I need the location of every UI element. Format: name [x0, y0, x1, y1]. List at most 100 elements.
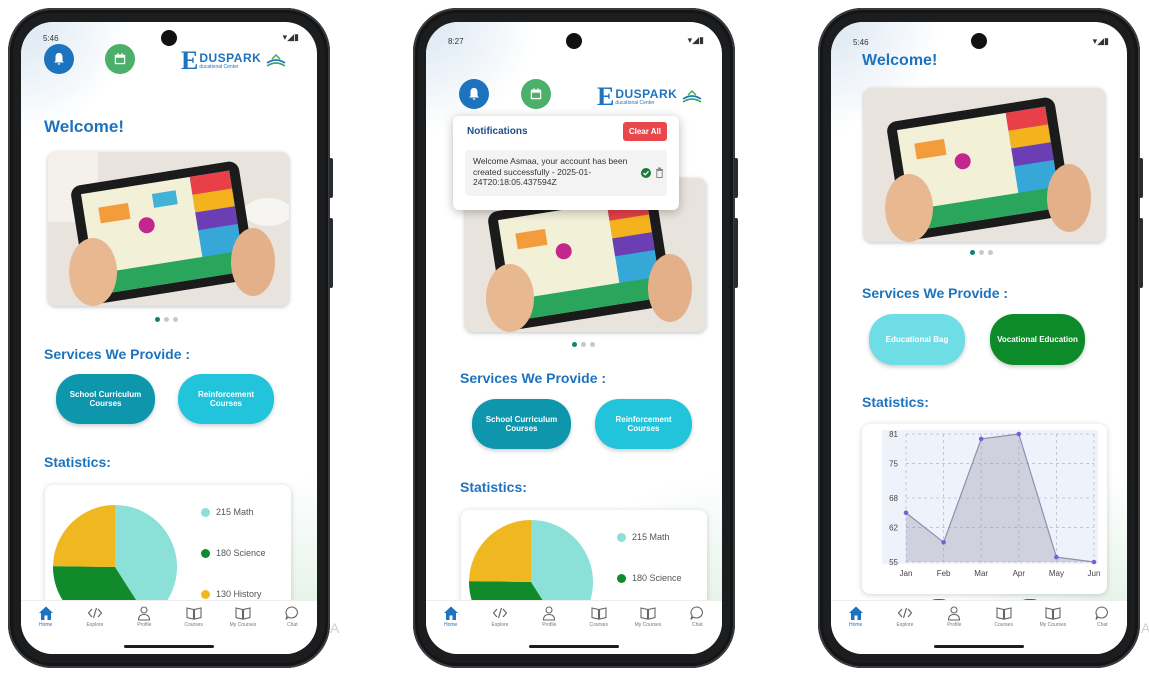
home-icon	[848, 606, 863, 620]
nav-my-courses[interactable]: My Courses	[223, 605, 263, 628]
nav-label: Chat	[692, 622, 703, 628]
logo-duspark: DUSPARK	[615, 87, 678, 101]
nav-chat[interactable]: Chat	[1082, 605, 1122, 628]
home-icon	[38, 606, 53, 620]
services-title: Services We Provide :	[44, 346, 191, 362]
carousel-dot[interactable]	[173, 317, 178, 322]
carousel-dot[interactable]	[581, 342, 586, 347]
status-icons: ▾◢▮	[687, 35, 704, 45]
logo-e: E	[181, 46, 199, 75]
carousel-dot[interactable]	[155, 317, 160, 322]
notifications-panel: Notifications Clear All Welcome Asmaa, y…	[453, 116, 679, 210]
x-tick-label: May	[1049, 569, 1064, 578]
logo-subtitle: ducational Center	[199, 64, 239, 70]
book-icon	[591, 607, 607, 620]
screen: 5:46 ▾◢▮ E DUSPARK ducational Center Wel…	[21, 22, 317, 654]
tablet-banner-image	[864, 88, 1105, 242]
x-tick-label: Mar	[974, 569, 988, 578]
nav-profile[interactable]: Profile	[934, 605, 974, 628]
status-icons: ▾◢▮	[1092, 36, 1109, 46]
carousel-dot[interactable]	[590, 342, 595, 347]
nav-label: My Courses	[634, 622, 662, 628]
data-point-may	[1054, 554, 1059, 560]
reinforcement-courses-button[interactable]: Reinforcement Courses	[178, 374, 274, 424]
nav-courses[interactable]: Courses	[579, 605, 619, 628]
volume-button	[329, 158, 333, 198]
phone-home: 5:46 ▾◢▮ E DUSPARK ducational Center Wel…	[8, 8, 333, 668]
legend-label: 130 History	[216, 589, 262, 599]
nav-my-courses[interactable]: My Courses	[1033, 605, 1073, 628]
nav-home[interactable]: Home	[431, 605, 471, 628]
nav-profile[interactable]: Profile	[529, 605, 569, 628]
legend-math: 215 Math	[617, 532, 670, 542]
home-indicator[interactable]	[529, 645, 619, 648]
chat-icon	[1095, 606, 1109, 620]
swatch	[201, 589, 210, 599]
code-icon	[87, 607, 103, 619]
nav-explore[interactable]: Explore	[480, 605, 520, 628]
logo-duspark: DUSPARK	[199, 51, 262, 65]
nav-home[interactable]: Home	[836, 605, 876, 628]
calendar-button[interactable]	[521, 79, 551, 109]
volume-button	[1139, 158, 1143, 198]
carousel-dot[interactable]	[572, 342, 577, 347]
nav-profile[interactable]: Profile	[124, 605, 164, 628]
y-tick-label: 55	[889, 558, 898, 567]
trash-icon[interactable]	[655, 167, 664, 178]
status-time: 5:46	[853, 38, 869, 47]
volume-button	[734, 158, 738, 198]
carousel-dot[interactable]	[988, 250, 993, 255]
home-indicator[interactable]	[124, 645, 214, 648]
notification-button[interactable]	[44, 44, 74, 74]
data-point-jun	[1091, 559, 1097, 565]
chat-icon	[285, 606, 299, 620]
banner-carousel[interactable]	[864, 88, 1105, 242]
reinforcement-courses-button[interactable]: Reinforcement Courses	[595, 399, 692, 449]
check-circle-icon[interactable]	[641, 168, 651, 178]
bottom-navigation: Home Explore Profile Courses My Courses …	[21, 600, 317, 638]
school-curriculum-button[interactable]: School Curriculum Courses	[472, 399, 571, 449]
y-tick-label: 62	[889, 524, 898, 533]
nav-my-courses[interactable]: My Courses	[628, 605, 668, 628]
logo-subtitle: ducational Center	[615, 100, 655, 106]
educational-bag-button[interactable]: Educational Bag	[869, 314, 965, 365]
x-tick-label: Apr	[1013, 569, 1026, 578]
logo-word: DUSPARK ducational Center	[615, 88, 677, 106]
power-button	[734, 218, 738, 288]
swatch	[617, 573, 626, 583]
legend-label: 215 Math	[632, 532, 670, 542]
nav-chat[interactable]: Chat	[677, 605, 717, 628]
legend-science: 180 Science	[201, 548, 266, 558]
nav-explore[interactable]: Explore	[885, 605, 925, 628]
nav-label: Chat	[287, 622, 298, 628]
carousel-dots[interactable]	[155, 317, 178, 322]
line-chart-card: 55 62 68 75 81 Jan Feb Mar Apr May Jun	[862, 424, 1107, 594]
carousel-dot[interactable]	[970, 250, 975, 255]
ghost-letter: A	[330, 620, 340, 636]
nav-explore[interactable]: Explore	[75, 605, 115, 628]
banner-carousel[interactable]	[48, 152, 289, 306]
school-curriculum-button[interactable]: School Curriculum Courses	[56, 374, 155, 424]
carousel-dot[interactable]	[979, 250, 984, 255]
bottom-navigation: Home Explore Profile Courses My Courses …	[426, 600, 722, 638]
nav-courses[interactable]: Courses	[984, 605, 1024, 628]
carousel-dots[interactable]	[970, 250, 993, 255]
logo-e: E	[597, 82, 615, 111]
nav-courses[interactable]: Courses	[174, 605, 214, 628]
nav-label: Profile	[137, 622, 152, 628]
carousel-dots[interactable]	[572, 342, 595, 347]
book-icon	[186, 607, 202, 620]
nav-chat[interactable]: Chat	[272, 605, 312, 628]
person-icon	[138, 606, 151, 621]
nav-home[interactable]: Home	[26, 605, 66, 628]
home-indicator[interactable]	[934, 645, 1024, 648]
eduspark-logo: E DUSPARK ducational Center	[181, 48, 287, 74]
nav-label: My Courses	[1039, 622, 1067, 628]
notification-button[interactable]	[459, 79, 489, 109]
ghost-letter: A	[1141, 620, 1149, 636]
carousel-dot[interactable]	[164, 317, 169, 322]
notification-text: Welcome Asmaa, your account has been cre…	[473, 156, 628, 188]
calendar-button[interactable]	[105, 44, 135, 74]
vocational-education-button[interactable]: Vocational Education	[990, 314, 1085, 365]
clear-all-button[interactable]: Clear All	[622, 122, 667, 141]
